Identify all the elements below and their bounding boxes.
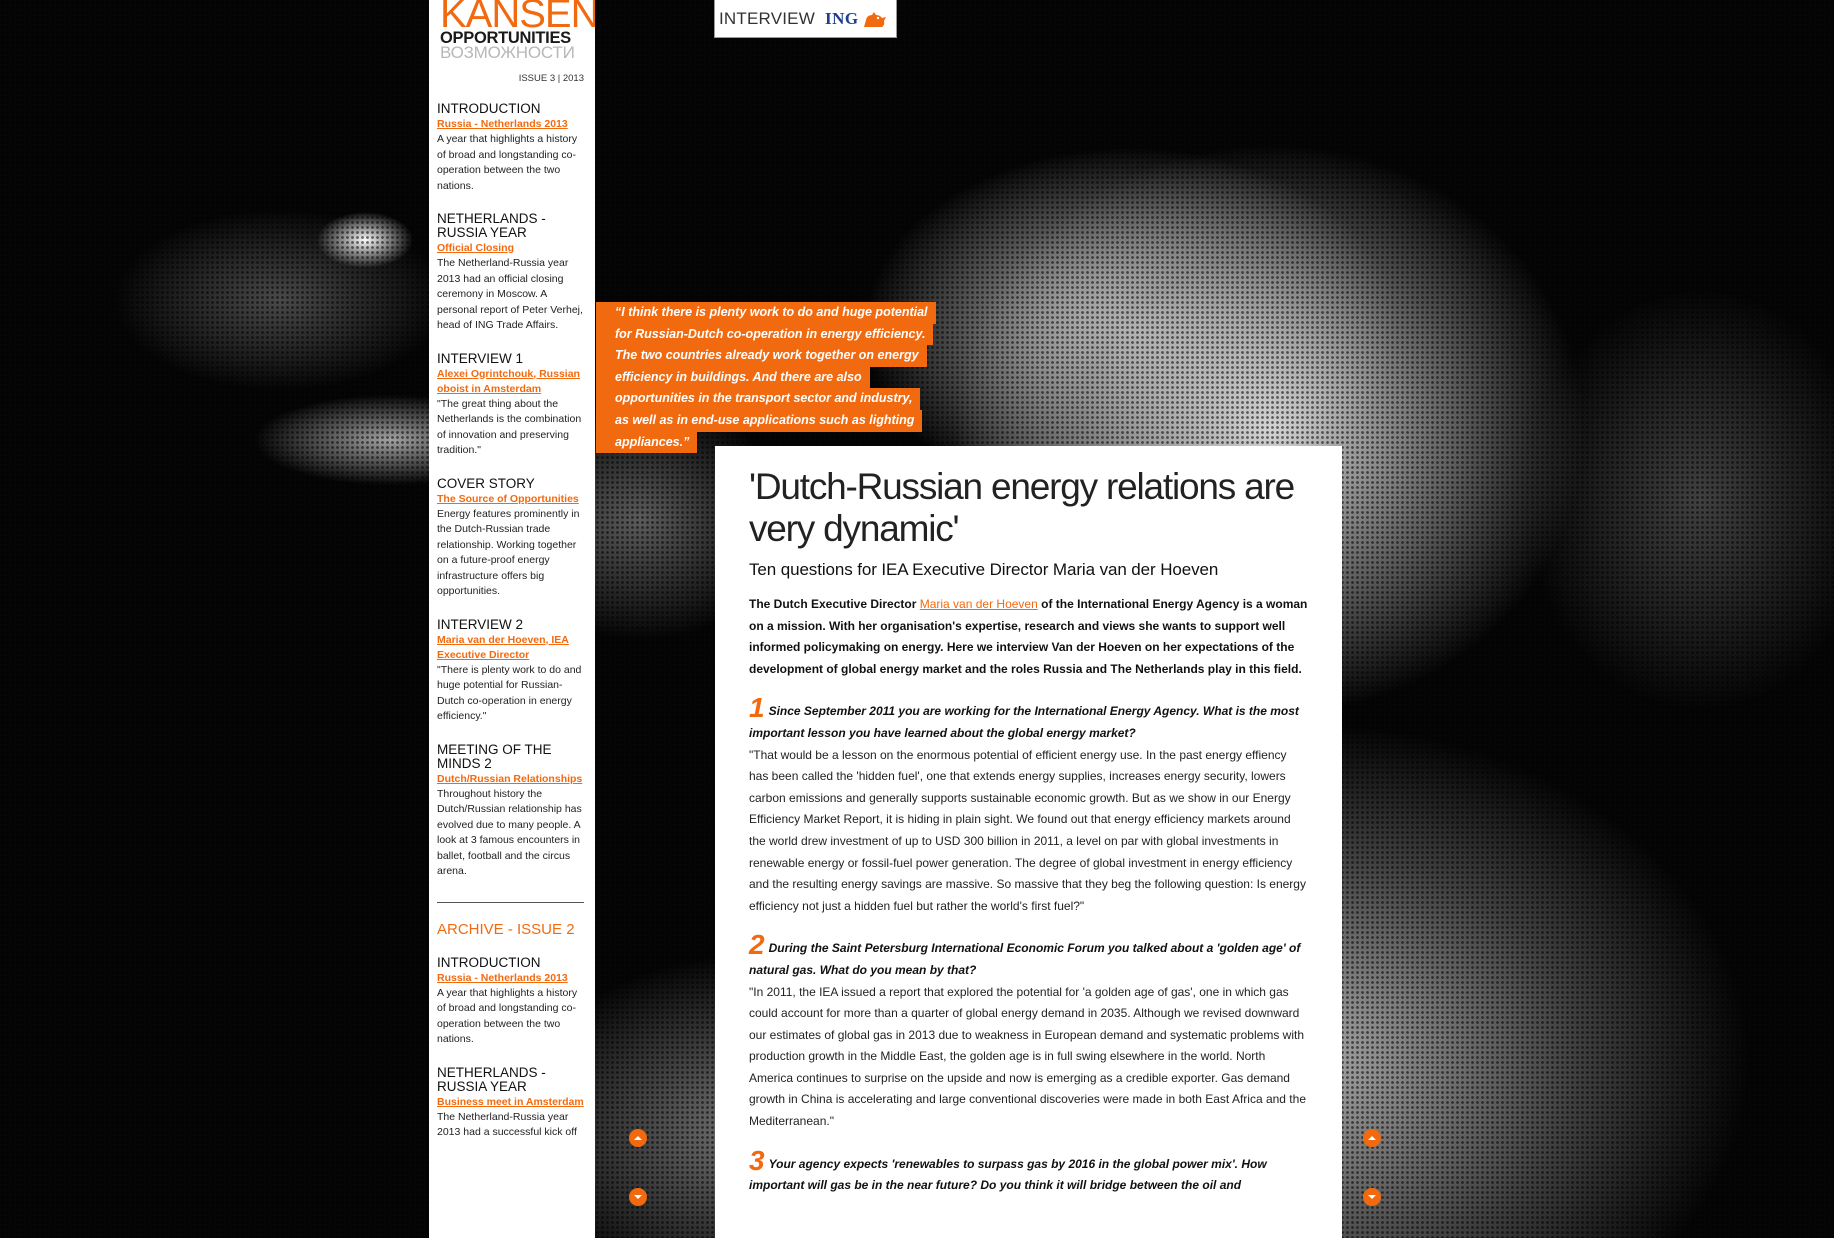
archive-title[interactable]: ARCHIVE - ISSUE 2 <box>435 921 584 938</box>
sidebar-section-heading: INTERVIEW 1 <box>437 350 524 366</box>
arrow-down-icon <box>1368 1195 1376 1199</box>
ing-logo[interactable]: ING <box>825 9 859 29</box>
tag-label: INTERVIEW <box>719 8 815 28</box>
sidebar-section-link[interactable]: Russia - Netherlands 2013 <box>437 971 584 986</box>
ing-lion-icon <box>863 11 886 27</box>
quote-line: as well as in end-use applications such … <box>596 409 923 432</box>
arrow-up-icon <box>1368 1136 1376 1140</box>
question: 3 Your agency expects 'renewables to surp… <box>749 1146 1308 1197</box>
question-text: During the Saint Petersburg Internationa… <box>749 941 1301 977</box>
question-number: 1 <box>749 692 765 724</box>
answer-text: "That would be a lesson on the enormous … <box>749 747 1306 913</box>
question-number: 3 <box>749 1144 765 1176</box>
scroll-up-button-left[interactable] <box>629 1129 647 1147</box>
sidebar-section-text: Throughout history the Dutch/Russian rel… <box>437 787 582 878</box>
quote-line: opportunities in the transport sector an… <box>596 388 921 410</box>
sidebar-section: MEETING OF THE MINDS 2 Dutch/Russian Rela… <box>435 741 584 880</box>
sidebar-section-heading: NETHERLANDS - RUSSIA YEAR <box>437 211 546 240</box>
qa-item: 2 During the Saint Petersburg Internation… <box>749 931 1308 1132</box>
scroll-down-button-right[interactable] <box>1363 1188 1381 1206</box>
issue-label: ISSUE 3 | 2013 <box>518 73 584 84</box>
qa-item: 3 Your agency expects 'renewables to surp… <box>749 1146 1308 1197</box>
sidebar-section-heading: INTRODUCTION <box>437 954 541 970</box>
question-text: Your agency expects 'renewables to surpa… <box>749 1156 1267 1193</box>
sidebar-section-link[interactable]: Alexei Ogrintchouk, Russian oboist in Am… <box>437 367 584 397</box>
lead-person-link[interactable]: Maria van der Hoeven <box>920 597 1038 611</box>
scroll-up-button-right[interactable] <box>1363 1129 1381 1147</box>
sidebar-section-link[interactable]: Business meet in Amsterdam <box>437 1095 584 1110</box>
brand-subtitle-ru: ВОЗМОЖНОСТИ <box>440 43 575 62</box>
quote-line: The two countries already work together … <box>596 345 927 367</box>
sidebar-section: INTERVIEW 1 Alexei Ogrintchouk, Russian o… <box>435 350 584 459</box>
sidebar-section: COVER STORY The Source of Opportunities En… <box>435 475 584 600</box>
question: 1 Since September 2011 you are working fo… <box>749 694 1308 744</box>
arrow-down-icon <box>634 1195 642 1199</box>
article-card: 'Dutch-Russian energy relations are very… <box>715 446 1342 1238</box>
sidebar-section-text: The Netherland-Russia year 2013 had an o… <box>437 257 583 331</box>
sidebar: KANSEN OPPORTUNITIES ВОЗМОЖНОСТИ ISSUE 3… <box>429 0 595 1238</box>
sidebar-section-text: Energy features prominently in the Dutch… <box>437 507 580 598</box>
qa-item: 1 Since September 2011 you are working fo… <box>749 694 1308 917</box>
article-subtitle: Ten questions for IEA Executive Director… <box>749 560 1219 579</box>
sidebar-section-link[interactable]: Official Closing <box>437 241 584 256</box>
pull-quote: “I think there is plenty work to do and … <box>596 302 956 454</box>
sidebar-section-link[interactable]: The Source of Opportunities <box>437 492 584 507</box>
sidebar-section: NETHERLANDS - RUSSIA YEAR Official Closin… <box>435 212 584 334</box>
sidebar-section-text: A year that highlights a history of broa… <box>437 986 578 1046</box>
sidebar-section-heading: NETHERLANDS - RUSSIA YEAR <box>437 1064 546 1094</box>
interview-tag: INTERVIEW ING <box>714 0 897 38</box>
sidebar-section-link[interactable]: Dutch/Russian Relationships <box>437 772 584 787</box>
sidebar-section: INTRODUCTION Russia - Netherlands 2013 A y… <box>435 954 584 1048</box>
sidebar-section-heading: MEETING OF THE MINDS 2 <box>437 741 552 771</box>
sidebar-section-heading: COVER STORY <box>437 475 535 491</box>
answer-text: "In 2011, the IEA issued a report that e… <box>749 984 1306 1129</box>
arrow-up-icon <box>634 1136 642 1140</box>
question-number: 2 <box>749 929 765 961</box>
question-text: Since September 2011 you are working for… <box>749 704 1299 740</box>
brand-logo[interactable]: KANSEN OPPORTUNITIES ВОЗМОЖНОСТИ <box>435 0 595 70</box>
sidebar-section-link[interactable]: Russia - Netherlands 2013 <box>437 117 584 132</box>
sidebar-section-text: The Netherland-Russia year 2013 had a su… <box>437 1110 577 1139</box>
quote-line: for Russian-Dutch co-operation in energy… <box>596 323 934 346</box>
scroll-down-button-left[interactable] <box>629 1188 647 1206</box>
quote-line: “I think there is plenty work to do and … <box>596 302 936 324</box>
sidebar-section-text: "There is plenty work to do and huge pot… <box>437 663 582 723</box>
article-lead: The Dutch Executive Director Maria van d… <box>749 597 1308 676</box>
sidebar-section-text: A year that highlights a history of broa… <box>437 133 578 192</box>
sidebar-section-heading: INTRODUCTION <box>437 101 541 116</box>
sidebar-section: NETHERLANDS - RUSSIA YEAR Business meet i… <box>435 1064 584 1141</box>
question: 2 During the Saint Petersburg Internation… <box>749 931 1308 981</box>
sidebar-section-link[interactable]: Maria van der Hoeven, IEA Executive Dire… <box>437 633 584 663</box>
quote-line: appliances.” <box>596 431 698 454</box>
sidebar-section-heading: INTERVIEW 2 <box>437 616 524 632</box>
sidebar-divider <box>437 901 584 903</box>
sidebar-section: INTERVIEW 2 Maria van der Hoeven, IEA Exe… <box>435 616 584 725</box>
article-title: 'Dutch-Russian energy relations are very… <box>749 466 1295 549</box>
sidebar-section: INTRODUCTION Russia - Netherlands 2013 A y… <box>435 102 584 194</box>
quote-line: efficiency in buildings. And there are a… <box>596 366 870 389</box>
sidebar-section-text: "The great thing about the Netherlands i… <box>437 397 582 457</box>
